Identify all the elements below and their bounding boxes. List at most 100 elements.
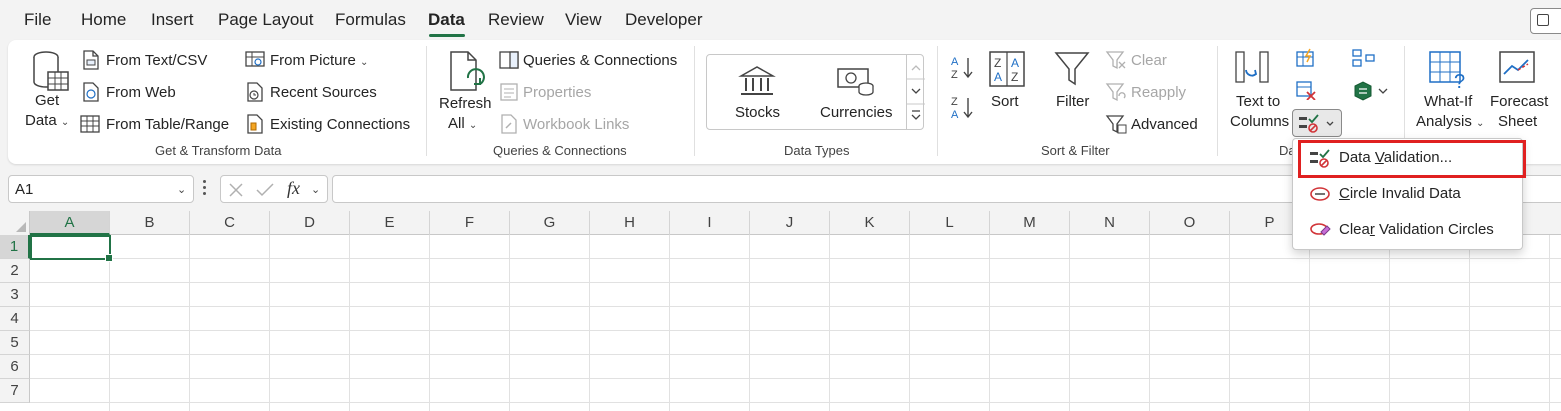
- active-cell-a1[interactable]: [30, 235, 113, 262]
- tab-data[interactable]: Data: [428, 10, 465, 30]
- data-types-group-label: Data Types: [784, 143, 850, 158]
- cancel-icon[interactable]: [227, 182, 245, 198]
- group-divider: [694, 46, 695, 156]
- database-table-icon: [33, 51, 69, 91]
- properties-icon: [500, 83, 518, 101]
- clear-button[interactable]: Clear: [1131, 52, 1167, 69]
- sort-icon: Z A A Z: [989, 51, 1025, 87]
- from-web-button[interactable]: From Web: [106, 84, 176, 101]
- column-header-f[interactable]: F: [430, 211, 510, 235]
- row-header-3[interactable]: 3: [0, 283, 30, 307]
- advanced-filter-icon: [1105, 115, 1127, 134]
- tab-view[interactable]: View: [565, 10, 602, 30]
- table-icon: [80, 115, 100, 133]
- row-header-5[interactable]: 5: [0, 331, 30, 355]
- column-header-b[interactable]: B: [110, 211, 190, 235]
- data-types-scroll[interactable]: [906, 54, 925, 130]
- queries-connections-button[interactable]: Queries & Connections: [523, 52, 677, 69]
- from-text-csv-button[interactable]: From Text/CSV: [106, 52, 207, 69]
- column-header-m[interactable]: M: [990, 211, 1070, 235]
- text-to-columns-label-1[interactable]: Text to: [1236, 93, 1280, 110]
- tab-page-layout[interactable]: Page Layout: [218, 10, 313, 30]
- column-header-e[interactable]: E: [350, 211, 430, 235]
- column-header-a[interactable]: A: [30, 211, 110, 235]
- svg-text:A: A: [951, 109, 959, 121]
- from-table-range-button[interactable]: From Table/Range: [106, 116, 229, 133]
- comments-button[interactable]: [1530, 8, 1561, 34]
- column-header-n[interactable]: N: [1070, 211, 1150, 235]
- reapply-icon: [1105, 83, 1126, 102]
- existing-connections-button[interactable]: Existing Connections: [270, 116, 410, 133]
- insert-function-button[interactable]: fx: [287, 178, 300, 199]
- get-data-label-2: Data: [25, 112, 57, 129]
- refresh-all-label-1[interactable]: Refresh: [439, 95, 492, 112]
- get-data-button[interactable]: Data ⌄: [25, 112, 69, 129]
- refresh-all-button[interactable]: All ⌄: [448, 115, 477, 132]
- currencies-button[interactable]: Currencies: [820, 104, 893, 121]
- column-header-k[interactable]: K: [830, 211, 910, 235]
- text-file-icon: [83, 50, 99, 70]
- recent-sources-button[interactable]: Recent Sources: [270, 84, 377, 101]
- tab-formulas[interactable]: Formulas: [335, 10, 406, 30]
- chevron-down-icon: ⌄: [60, 117, 70, 128]
- what-if-analysis-button[interactable]: Analysis ⌄: [1416, 113, 1484, 130]
- data-validation-dropdown-button[interactable]: [1292, 109, 1342, 137]
- properties-button[interactable]: Properties: [523, 84, 591, 101]
- group-divider: [1217, 46, 1218, 156]
- column-header-l[interactable]: L: [910, 211, 990, 235]
- sort-z-to-a-icon: ZA: [951, 96, 973, 121]
- name-box[interactable]: A1 ⌄: [8, 175, 194, 203]
- row-header-7[interactable]: 7: [0, 379, 30, 403]
- row-header-1[interactable]: 1: [0, 235, 30, 259]
- column-header-i[interactable]: I: [670, 211, 750, 235]
- chevron-down-icon: ⌄: [360, 57, 369, 68]
- row-header-2[interactable]: 2: [0, 259, 30, 283]
- select-all-corner[interactable]: [0, 211, 30, 235]
- chevron-down-icon[interactable]: ⌄: [311, 183, 320, 196]
- svg-text:A: A: [1011, 56, 1019, 70]
- tab-review[interactable]: Review: [488, 10, 544, 30]
- row-header-6[interactable]: 6: [0, 355, 30, 379]
- column-header-d[interactable]: D: [270, 211, 350, 235]
- svg-text:Z: Z: [951, 96, 958, 108]
- what-if-label-1[interactable]: What-If: [1424, 93, 1472, 110]
- from-picture-label: From Picture: [270, 52, 356, 69]
- column-header-h[interactable]: H: [590, 211, 670, 235]
- circle-invalid-icon: [1310, 187, 1330, 201]
- svg-text:A: A: [994, 70, 1002, 84]
- from-picture-button[interactable]: From Picture ⌄: [270, 52, 368, 69]
- filter-funnel-icon: [1054, 52, 1090, 86]
- cell-area[interactable]: [30, 235, 1561, 411]
- sort-button[interactable]: Sort: [991, 93, 1019, 110]
- column-header-c[interactable]: C: [190, 211, 270, 235]
- column-header-j[interactable]: J: [750, 211, 830, 235]
- name-box-value: A1: [15, 181, 34, 198]
- column-header-o[interactable]: O: [1150, 211, 1230, 235]
- workbook-links-button[interactable]: Workbook Links: [523, 116, 629, 133]
- enter-check-icon[interactable]: [255, 182, 275, 198]
- queries-connections-icon: [499, 51, 519, 69]
- label-part: ircle Invalid Data: [1349, 185, 1461, 202]
- forecast-label-1[interactable]: Forecast: [1490, 93, 1548, 110]
- chevron-down-icon: ⌄: [1476, 118, 1485, 129]
- tab-file[interactable]: File: [24, 10, 51, 30]
- tab-insert[interactable]: Insert: [151, 10, 194, 30]
- get-data-label-1[interactable]: Get: [35, 92, 59, 109]
- tab-home[interactable]: Home: [81, 10, 126, 30]
- stocks-button[interactable]: Stocks: [735, 104, 780, 121]
- highlight-box: [1298, 140, 1526, 178]
- row-header-4[interactable]: 4: [0, 307, 30, 331]
- more-options-icon[interactable]: [203, 180, 207, 198]
- recent-sources-icon: [247, 82, 263, 102]
- forecast-label-2[interactable]: Sheet: [1498, 113, 1537, 130]
- menu-item-clear-validation-circles[interactable]: Clear Validation Circles: [1293, 213, 1524, 247]
- advanced-button[interactable]: Advanced: [1131, 116, 1198, 133]
- tab-developer[interactable]: Developer: [625, 10, 703, 30]
- text-to-columns-label-2[interactable]: Columns: [1230, 113, 1289, 130]
- column-header-g[interactable]: G: [510, 211, 590, 235]
- clear-filter-icon: [1105, 51, 1126, 70]
- clear-circles-icon: [1310, 223, 1331, 236]
- filter-button[interactable]: Filter: [1056, 93, 1089, 110]
- reapply-button[interactable]: Reapply: [1131, 84, 1186, 101]
- menu-item-circle-invalid-data[interactable]: Circle Invalid Data: [1293, 177, 1524, 211]
